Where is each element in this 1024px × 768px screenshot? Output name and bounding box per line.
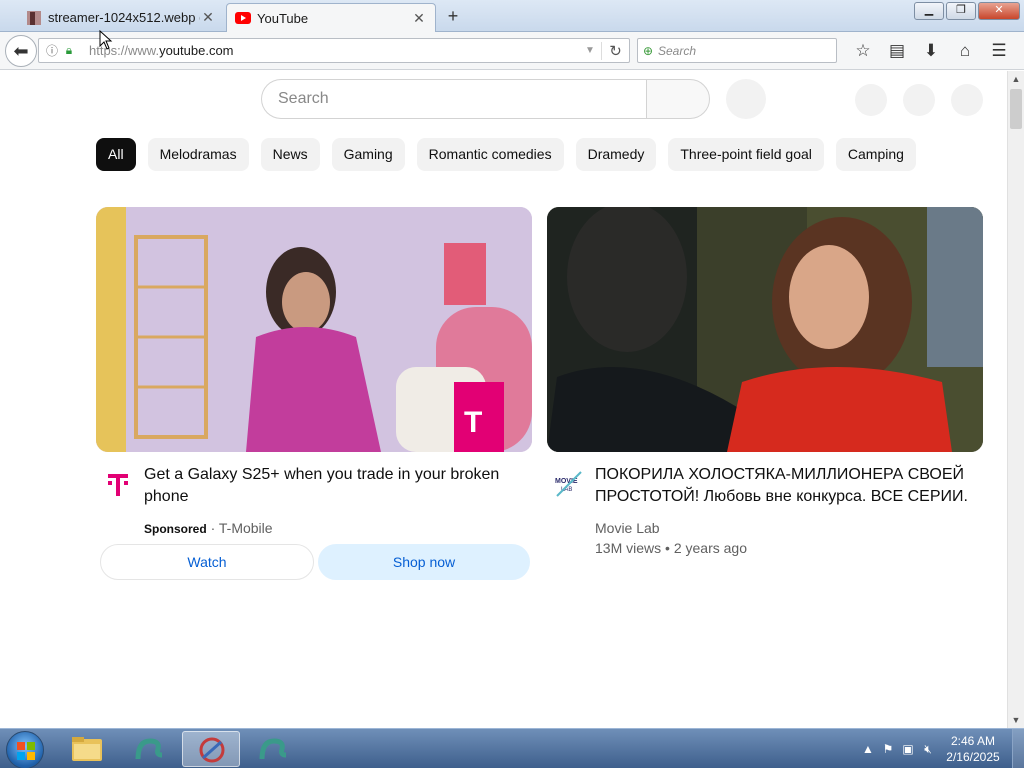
tmobile-logo-icon[interactable]: [100, 466, 136, 502]
youtube-search-input[interactable]: Search: [261, 79, 647, 119]
clock-date: 2/16/2025: [946, 750, 1000, 764]
close-tab-icon[interactable]: ✕: [200, 9, 216, 26]
chip-melodramas[interactable]: Melodramas: [147, 138, 249, 171]
taskbar-app-snake[interactable]: [120, 731, 178, 767]
scroll-up-icon[interactable]: ▲: [1008, 71, 1024, 87]
scrollbar-thumb[interactable]: [1010, 89, 1022, 129]
system-clock[interactable]: 2:46 AM 2/16/2025: [938, 733, 1008, 765]
svg-text:T: T: [464, 406, 482, 439]
taskbar-firefox[interactable]: [182, 731, 240, 767]
start-button[interactable]: [6, 731, 44, 768]
video-stats: 13M views • 2 years ago: [595, 538, 747, 558]
image-thumbnail-icon: [27, 10, 41, 25]
windows-taskbar: ▲ ⚑ ▣ 🔇︎ 2:46 AM 2/16/2025: [0, 728, 1024, 768]
new-tab-button[interactable]: +: [442, 6, 464, 28]
menu-icon[interactable]: ☰: [982, 38, 1016, 64]
movie-lab-logo-icon[interactable]: MOVIE LAB: [551, 466, 587, 502]
mouse-cursor-icon: [99, 30, 113, 50]
chip-three-point-field-goal[interactable]: Three-point field goal: [668, 138, 824, 171]
tab-streamer-image[interactable]: streamer-1024x512.webp (W ✕: [18, 3, 224, 32]
url-text[interactable]: https://www.youtube.com: [89, 43, 579, 58]
tab-title: YouTube: [257, 10, 309, 26]
chip-news[interactable]: News: [260, 138, 320, 171]
watch-button[interactable]: Watch: [100, 544, 314, 580]
account-avatar[interactable]: [951, 84, 983, 116]
arrow-left-icon: ⬅: [13, 41, 29, 61]
thumbnail-image: [547, 207, 983, 452]
clock-time: 2:46 AM: [950, 734, 996, 748]
channel-name[interactable]: T-Mobile: [219, 520, 273, 536]
browser-nav-bar: ⬅ ⓘ 🔒︎ https://www.youtube.com ▼ ↻ ⊕ Sea…: [0, 32, 1024, 70]
vertical-scrollbar[interactable]: ▲ ▼: [1007, 71, 1024, 728]
library-icon[interactable]: ▤: [880, 38, 914, 64]
reload-icon[interactable]: ↻: [601, 41, 629, 60]
network-icon[interactable]: ▣: [898, 739, 918, 759]
upload-age: 2 years ago: [673, 540, 747, 556]
filter-chips: All Melodramas News Gaming Romantic come…: [96, 138, 916, 172]
action-center-flag-icon[interactable]: ⚑: [878, 739, 898, 759]
video-thumbnail[interactable]: [547, 207, 983, 452]
taskbar-explorer[interactable]: [58, 731, 116, 767]
youtube-logo-icon: [235, 12, 251, 24]
separator: ·: [210, 520, 216, 536]
browser-search-field[interactable]: ⊕ Search: [637, 38, 837, 63]
show-hidden-icons-icon[interactable]: ▲: [858, 739, 878, 759]
channel-name[interactable]: Movie Lab: [595, 518, 660, 538]
separator: •: [665, 540, 670, 556]
url-dropdown-icon[interactable]: ▼: [579, 45, 601, 56]
back-button[interactable]: ⬅: [5, 35, 37, 67]
tab-youtube[interactable]: YouTube ✕: [226, 3, 436, 32]
video-title[interactable]: Get a Galaxy S25+ when you trade in your…: [144, 464, 524, 508]
star-icon[interactable]: ☆: [846, 38, 880, 64]
voice-search-button[interactable]: [726, 79, 766, 119]
create-button[interactable]: [855, 84, 887, 116]
browser-tab-bar: streamer-1024x512.webp (W ✕ YouTube ✕ + …: [0, 0, 1024, 32]
search-placeholder: Search: [658, 43, 697, 58]
video-title[interactable]: ПОКОРИЛА ХОЛОСТЯКА-МИЛЛИОНЕРА СВОЕЙ ПРОС…: [595, 464, 975, 508]
close-tab-icon[interactable]: ✕: [411, 10, 427, 27]
taskbar-app-snake-2[interactable]: [244, 731, 302, 767]
snake-app-icon: [135, 738, 163, 760]
close-window-button[interactable]: ✕: [978, 2, 1020, 20]
chip-romantic-comedies[interactable]: Romantic comedies: [416, 138, 564, 171]
address-bar[interactable]: ⓘ 🔒︎ https://www.youtube.com ▼ ↻: [38, 38, 630, 63]
youtube-page: Search All Melodramas News Gaming Romant…: [0, 71, 1007, 728]
volume-muted-icon[interactable]: 🔇︎: [918, 739, 938, 759]
lock-icon[interactable]: 🔒︎: [61, 43, 77, 58]
windows-logo-icon: [17, 742, 35, 760]
maximize-button[interactable]: ❐: [946, 2, 976, 20]
video-card: MOVIE LAB ПОКОРИЛА ХОЛОСТЯКА-МИЛЛИОНЕРА …: [547, 207, 983, 564]
window-controls: ▁ ❐ ✕: [914, 2, 1020, 20]
info-icon[interactable]: ⓘ: [43, 42, 61, 59]
scroll-down-icon[interactable]: ▼: [1008, 712, 1024, 728]
youtube-search-button[interactable]: [646, 79, 710, 119]
thumbnail-image: T: [96, 207, 532, 452]
notifications-button[interactable]: [903, 84, 935, 116]
search-engine-icon[interactable]: ⊕: [638, 44, 658, 58]
home-icon[interactable]: ⌂: [948, 38, 982, 64]
video-thumbnail[interactable]: T: [96, 207, 532, 452]
video-card-ad: T Get a Galaxy S25+ when you trade in yo…: [96, 207, 532, 564]
chip-all[interactable]: All: [96, 138, 136, 171]
youtube-search-placeholder: Search: [278, 90, 329, 107]
shop-now-button[interactable]: Shop now: [318, 544, 530, 580]
folder-icon: [72, 737, 102, 761]
snake-app-icon: [259, 738, 287, 760]
minimize-button[interactable]: ▁: [914, 2, 944, 20]
download-icon[interactable]: ⬇: [914, 38, 948, 64]
toolbar-icons: ☆ ▤ ⬇ ⌂ ☰: [846, 38, 1016, 64]
chip-camping[interactable]: Camping: [835, 138, 916, 171]
show-desktop-button[interactable]: [1012, 729, 1024, 768]
chip-gaming[interactable]: Gaming: [331, 138, 405, 171]
view-count: 13M views: [595, 540, 662, 556]
video-meta: MOVIE LAB ПОКОРИЛА ХОЛОСТЯКА-МИЛЛИОНЕРА …: [547, 464, 983, 564]
sponsored-label: Sponsored: [144, 522, 207, 536]
ad-byline: Sponsored · T-Mobile: [144, 518, 273, 539]
tab-title: streamer-1024x512.webp (W: [48, 10, 200, 25]
chip-dramedy[interactable]: Dramedy: [575, 138, 657, 171]
system-tray: ▲ ⚑ ▣ 🔇︎ 2:46 AM 2/16/2025: [858, 729, 1024, 768]
browser-app-icon: [199, 737, 225, 763]
